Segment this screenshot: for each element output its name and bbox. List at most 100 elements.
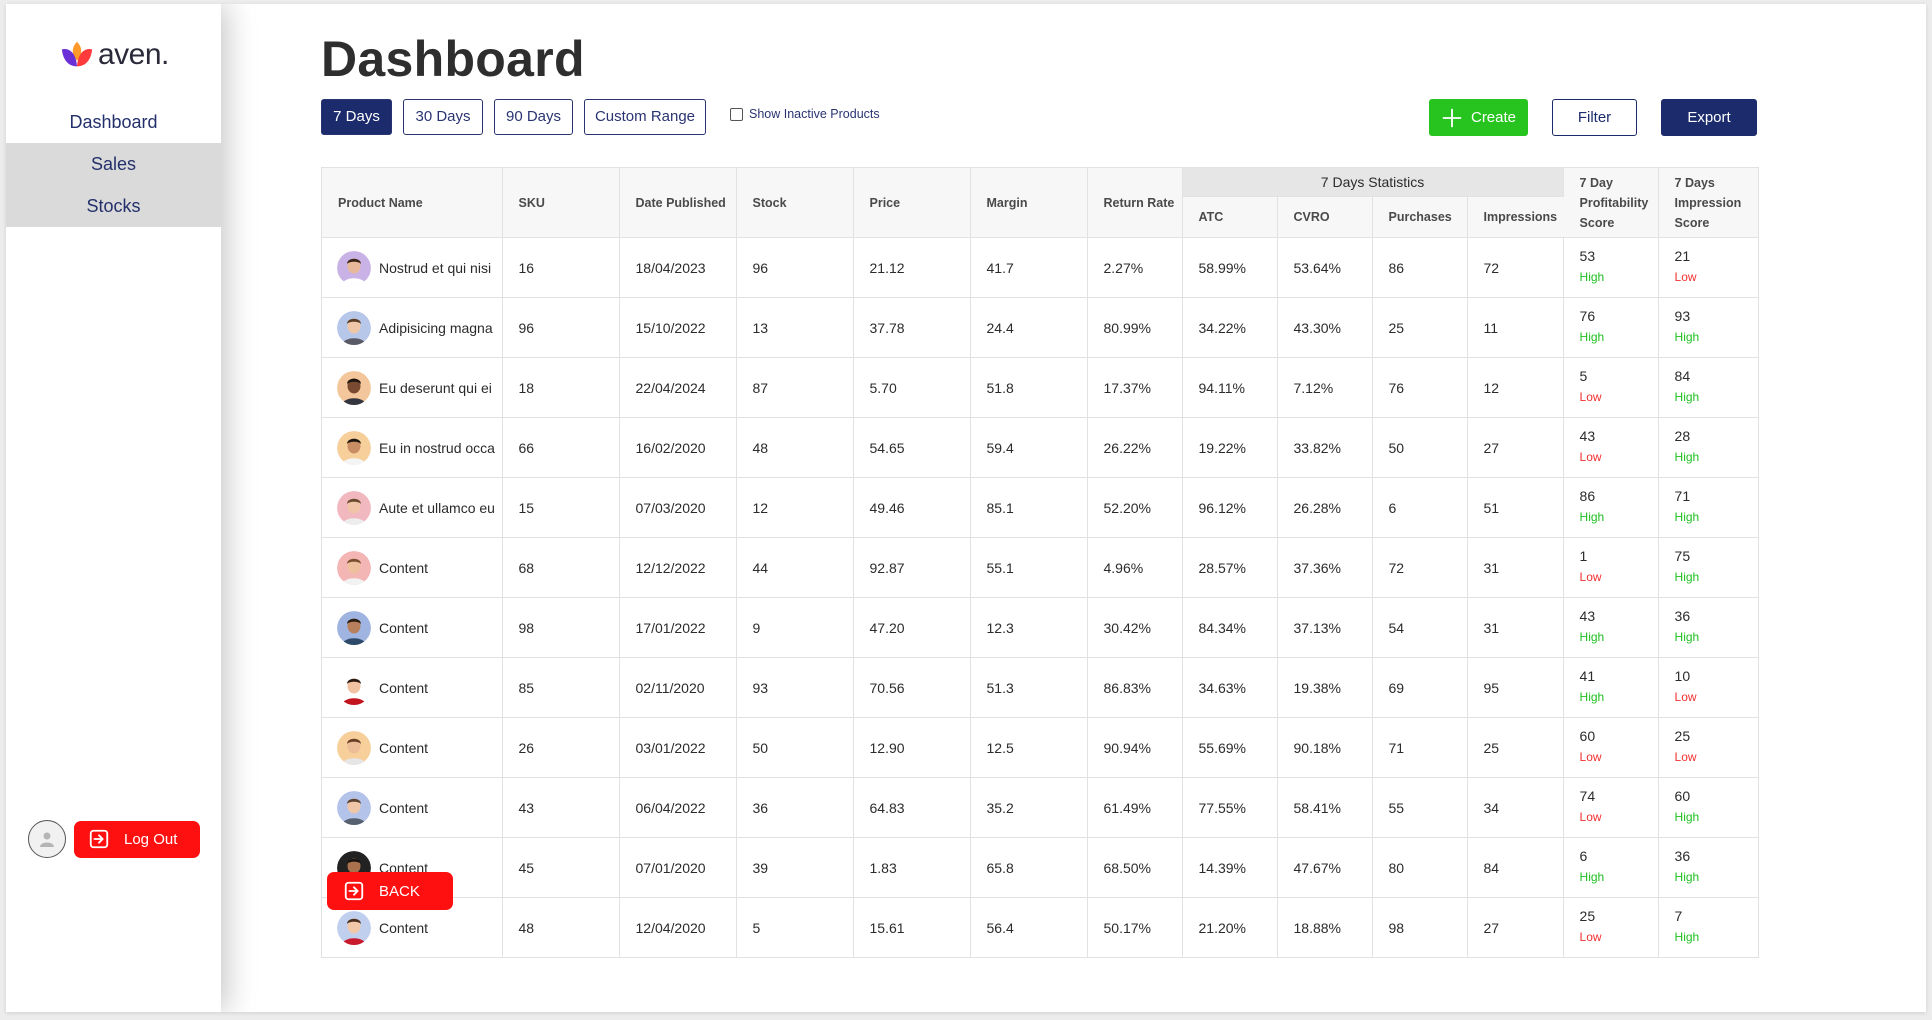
cell-margin: 12.3	[970, 597, 1088, 658]
cell-impression-score: 25 Low	[1658, 717, 1759, 778]
header-stock[interactable]: Stock	[736, 168, 854, 238]
header-7-days-impression-score[interactable]: 7 Days Impression Score	[1658, 168, 1759, 238]
product-avatar	[337, 490, 371, 525]
cell-product-name[interactable]: Eu in nostrud occa	[322, 417, 503, 478]
cell-price: 12.90	[853, 717, 971, 778]
product-name: Content	[379, 739, 429, 756]
table-row[interactable]: Content 48 12/04/2020 5 15.61 56.4 50.17% 21.20…	[322, 897, 1758, 957]
product-name: Content	[379, 679, 429, 696]
table-row[interactable]: Content 45 07/01/2020 39 1.83 65.8 68.50% 14.39…	[322, 837, 1759, 898]
score-value: 75	[1674, 548, 1691, 564]
cell-margin: 24.4	[970, 297, 1088, 358]
cell-product-name[interactable]: Nostrud et qui nisi	[322, 237, 503, 298]
score-value: 25	[1579, 908, 1596, 924]
table-row[interactable]: Content 43 06/04/2022 36 64.83 35.2 61.49% 77.5…	[322, 777, 1759, 838]
table-row[interactable]: Aute et ullamco eu 15 07/03/2020 12 49.46 85.…	[322, 477, 1759, 538]
score-level-badge: High	[1674, 630, 1700, 644]
sidebar-item-stocks[interactable]: Stocks	[6, 185, 221, 227]
cell-atc: 14.39%	[1182, 837, 1278, 898]
range-7-days-button[interactable]: 7 Days	[321, 99, 392, 135]
cell-sku: 16	[502, 237, 620, 298]
range-custom-button[interactable]: Custom Range	[584, 99, 706, 135]
cell-atc: 28.57%	[1182, 537, 1278, 598]
cell-date: 07/03/2020	[619, 477, 737, 538]
cell-date: 03/01/2022	[619, 717, 737, 778]
cell-price: 47.20	[853, 597, 971, 658]
filter-button[interactable]: Filter	[1552, 99, 1637, 136]
cell-profitability-score: 76 High	[1563, 297, 1659, 358]
table-row[interactable]: Content 26 03/01/2022 50 12.90 12.5 90.94% 55.6…	[322, 717, 1759, 778]
range-90-days-button[interactable]: 90 Days	[494, 99, 573, 135]
header-profit-line2: Profitability	[1579, 195, 1649, 210]
cell-margin: 12.5	[970, 717, 1088, 778]
create-button[interactable]: Create	[1429, 99, 1528, 136]
table-row[interactable]: Content 85 02/11/2020 93 70.56 51.3 86.83% 34.6…	[322, 657, 1759, 718]
cell-purchases: 55	[1372, 777, 1468, 838]
table-row[interactable]: Content 68 12/12/2022 44 92.87 55.1 4.96% 28.57…	[322, 537, 1759, 598]
cell-atc: 34.63%	[1182, 657, 1278, 718]
back-button[interactable]: BACK	[327, 872, 453, 910]
cell-product-name[interactable]: Eu deserunt qui ei	[322, 357, 503, 418]
logout-button[interactable]: Log Out	[74, 820, 200, 858]
sidebar-item-dashboard[interactable]: Dashboard	[6, 101, 221, 143]
product-avatar	[337, 790, 371, 825]
product-name: Content	[379, 799, 429, 816]
cell-impressions: 34	[1467, 777, 1564, 838]
header-cvro[interactable]: CVRO	[1277, 196, 1373, 238]
cell-product-name[interactable]: Content	[322, 537, 503, 598]
cell-product-name[interactable]: Adipisicing magna	[322, 297, 503, 358]
score-value: 76	[1579, 308, 1596, 324]
header-margin[interactable]: Margin	[970, 168, 1088, 238]
cell-impression-score: 93 High	[1658, 297, 1759, 358]
cell-product-name[interactable]: Content	[322, 717, 503, 778]
score-value: 93	[1674, 308, 1691, 324]
header-date-published[interactable]: Date Published	[619, 168, 737, 238]
cell-return-rate: 86.83%	[1087, 657, 1183, 718]
cell-impression-score: 21 Low	[1658, 237, 1759, 298]
cell-profitability-score: 43 Low	[1563, 417, 1659, 478]
brand-logo[interactable]: aven.	[58, 38, 169, 72]
table-row[interactable]: Eu deserunt qui ei 18 22/04/2024 87 5.70 51.8…	[322, 357, 1759, 418]
export-button[interactable]: Export	[1661, 99, 1757, 136]
cell-return-rate: 80.99%	[1087, 297, 1183, 358]
header-product-name[interactable]: Product Name	[322, 168, 503, 238]
cell-margin: 51.8	[970, 357, 1088, 418]
cell-cvro: 7.12%	[1277, 357, 1373, 418]
sidebar-item-sales[interactable]: Sales	[6, 143, 221, 185]
cell-product-name[interactable]: Aute et ullamco eu	[322, 477, 503, 538]
user-avatar[interactable]	[28, 820, 66, 858]
cell-sku: 98	[502, 597, 620, 658]
table-row[interactable]: Adipisicing magna 96 15/10/2022 13 37.78 24.4…	[322, 297, 1759, 358]
cell-product-name[interactable]: Content	[322, 597, 503, 658]
cell-date: 06/04/2022	[619, 777, 737, 838]
cell-cvro: 53.64%	[1277, 237, 1373, 298]
show-inactive-toggle[interactable]: Show Inactive Products	[730, 107, 880, 121]
header-7-day-profitability-score[interactable]: 7 Day Profitability Score	[1563, 168, 1659, 238]
cell-impressions: 25	[1467, 717, 1564, 778]
cell-profitability-score: 6 High	[1563, 837, 1659, 898]
score-value: 71	[1674, 488, 1691, 504]
cell-purchases: 72	[1372, 537, 1468, 598]
table-row[interactable]: Nostrud et qui nisi 16 18/04/2023 96 21.12 41…	[322, 237, 1759, 298]
table-row[interactable]: Content 98 17/01/2022 9 47.20 12.3 30.42% 84.34…	[322, 597, 1759, 658]
cell-atc: 96.12%	[1182, 477, 1278, 538]
cell-price: 1.83	[853, 837, 971, 898]
header-purchases[interactable]: Purchases	[1372, 196, 1468, 238]
header-atc[interactable]: ATC	[1182, 196, 1278, 238]
header-price[interactable]: Price	[853, 168, 971, 238]
cell-impressions: 12	[1467, 357, 1564, 418]
cell-product-name[interactable]: Content	[322, 777, 503, 838]
cell-profitability-score: 5 Low	[1563, 357, 1659, 418]
range-30-days-button[interactable]: 30 Days	[403, 99, 483, 135]
show-inactive-checkbox[interactable]	[730, 107, 743, 121]
header-impressions[interactable]: Impressions	[1467, 196, 1564, 238]
score-level-badge: Low	[1674, 690, 1697, 704]
cell-impression-score: 71 High	[1658, 477, 1759, 538]
cell-profitability-score: 53 High	[1563, 237, 1659, 298]
header-return-rate[interactable]: Return Rate	[1087, 168, 1183, 238]
cell-purchases: 25	[1372, 297, 1468, 358]
cell-purchases: 50	[1372, 417, 1468, 478]
cell-product-name[interactable]: Content	[322, 657, 503, 718]
table-row[interactable]: Eu in nostrud occa 66 16/02/2020 48 54.65 59.…	[322, 417, 1759, 478]
header-sku[interactable]: SKU	[502, 168, 620, 238]
